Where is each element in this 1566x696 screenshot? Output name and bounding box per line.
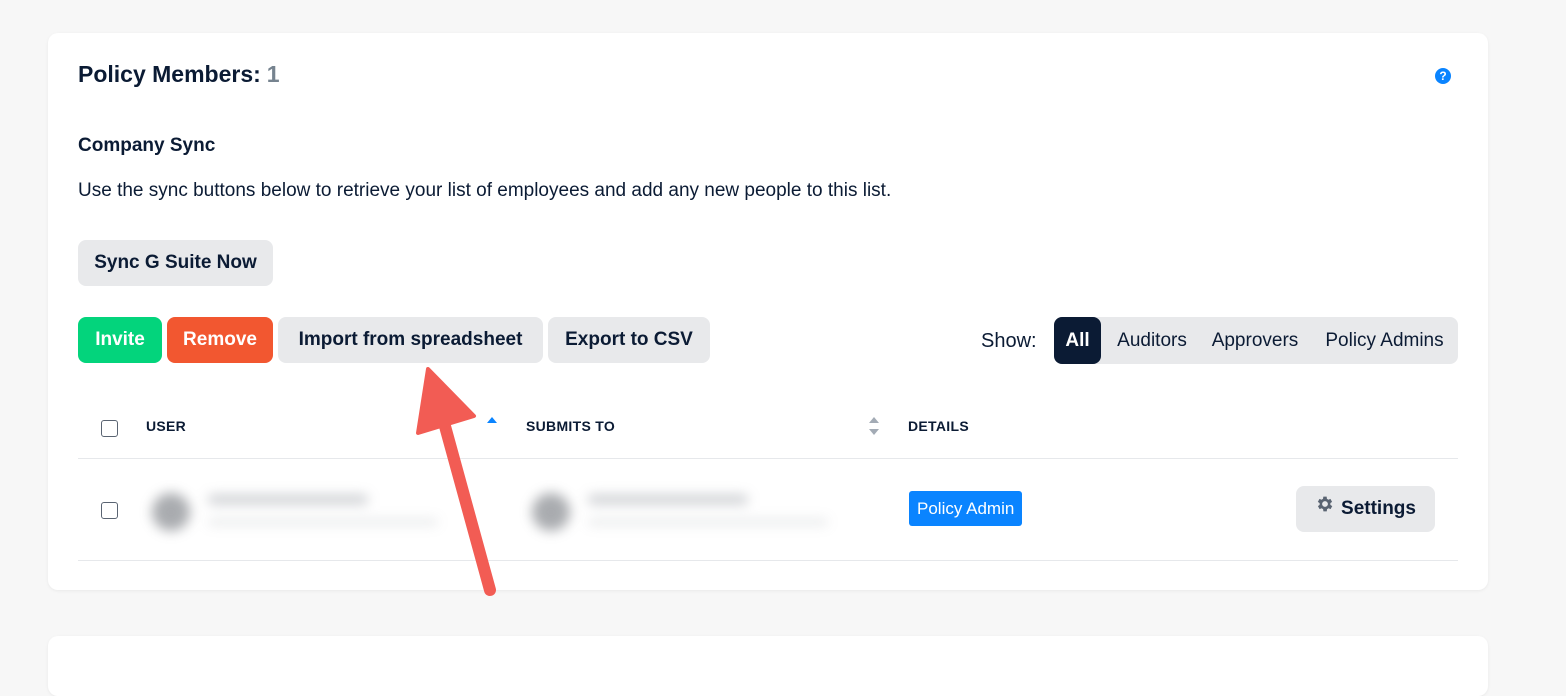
row-checkbox[interactable] — [101, 502, 118, 519]
column-header-user[interactable]: USER — [146, 418, 186, 434]
avatar — [152, 493, 190, 531]
settings-label: Settings — [1341, 498, 1416, 520]
avatar — [532, 493, 570, 531]
invite-button[interactable]: Invite — [78, 317, 162, 363]
member-filter-segmented-control: All Auditors Approvers Policy Admins — [1054, 317, 1458, 364]
policy-members-card: Policy Members: 1 ? Company Sync Use the … — [48, 33, 1488, 590]
column-header-submits-to[interactable]: SUBMITS TO — [526, 418, 615, 434]
role-badge: Policy Admin — [909, 491, 1023, 526]
redacted-submits-to-cell — [518, 473, 848, 553]
redacted-user-cell — [138, 473, 458, 553]
show-filter-label: Show: — [981, 330, 1037, 352]
import-spreadsheet-button[interactable]: Import from spreadsheet — [278, 317, 543, 363]
sort-down-icon[interactable] — [869, 429, 879, 435]
sync-gsuite-button[interactable]: Sync G Suite Now — [78, 240, 273, 286]
page-title: Policy Members: 1 — [78, 61, 280, 88]
next-card — [48, 636, 1488, 696]
filter-policy-admins[interactable]: Policy Admins — [1311, 317, 1458, 364]
remove-button[interactable]: Remove — [167, 317, 273, 363]
filter-all[interactable]: All — [1054, 317, 1101, 364]
company-sync-title: Company Sync — [78, 135, 216, 156]
member-count: 1 — [266, 61, 280, 87]
sort-ascending-icon[interactable] — [487, 417, 497, 423]
sort-up-icon[interactable] — [869, 417, 879, 423]
settings-button[interactable]: Settings — [1296, 486, 1435, 532]
column-header-details: DETAILS — [908, 418, 969, 434]
title-text: Policy Members: — [78, 61, 261, 87]
filter-approvers[interactable]: Approvers — [1203, 317, 1307, 364]
company-sync-description: Use the sync buttons below to retrieve y… — [78, 180, 892, 201]
table-row-divider — [78, 560, 1458, 561]
gear-icon — [1315, 486, 1335, 532]
export-csv-button[interactable]: Export to CSV — [548, 317, 710, 363]
table-header-divider — [78, 458, 1458, 459]
help-icon[interactable]: ? — [1435, 68, 1451, 84]
filter-auditors[interactable]: Auditors — [1105, 317, 1199, 364]
select-all-checkbox[interactable] — [101, 420, 118, 437]
